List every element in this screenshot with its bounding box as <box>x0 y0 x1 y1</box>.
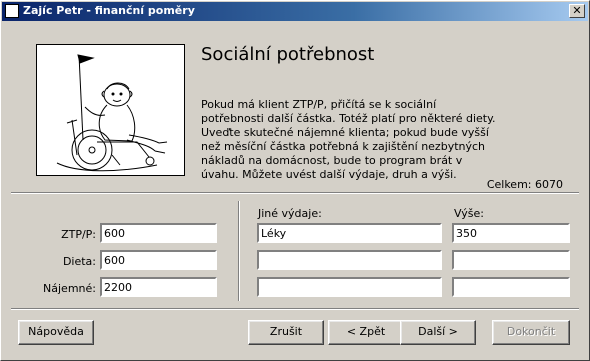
expense-amount-field-2[interactable] <box>452 250 570 270</box>
next-button[interactable]: Další > <box>400 320 476 345</box>
expense-type-field-3[interactable] <box>257 277 442 297</box>
total-label: Celkem: <box>486 178 532 191</box>
other-expenses-header: Jiné výdaje: <box>258 207 322 220</box>
description-text: Pokud má klient ZTP/P, přičítá se k soci… <box>201 98 496 181</box>
cancel-button[interactable]: Zrušit <box>248 320 324 345</box>
najemne-label: Nájemné: <box>43 282 96 295</box>
close-icon: ✕ <box>572 4 582 17</box>
window-title: Zajíc Petr - finanční poměry <box>23 4 195 17</box>
finish-button[interactable]: Dokončit <box>492 320 570 345</box>
page-title: Sociální potřebnost <box>201 44 375 65</box>
expense-type-field-1[interactable] <box>257 223 442 243</box>
close-button[interactable]: ✕ <box>569 4 585 18</box>
amount-header: Výše: <box>454 207 484 220</box>
wheelchair-illustration <box>36 44 185 176</box>
separator-bottom <box>11 308 579 310</box>
expense-amount-field-3[interactable] <box>452 277 570 297</box>
help-button[interactable]: Nápověda <box>18 320 94 345</box>
title-bar[interactable]: Zajíc Petr - finanční poměry ✕ <box>2 2 588 21</box>
ztpp-label: ZTP/P: <box>61 228 96 241</box>
total-readout: Celkem: 6070 <box>487 178 563 191</box>
separator-top <box>11 192 579 194</box>
expense-type-field-2[interactable] <box>257 250 442 270</box>
wheelchair-person-icon <box>56 54 168 172</box>
najemne-field[interactable] <box>100 277 217 297</box>
dialog-window: Zajíc Petr - finanční poměry ✕ Sociální … <box>0 0 590 361</box>
app-icon <box>5 4 19 18</box>
separator-vertical <box>238 201 240 301</box>
expense-amount-field-1[interactable] <box>452 223 570 243</box>
dieta-label: Dieta: <box>62 255 96 268</box>
total-value: 6070 <box>535 178 563 191</box>
ztpp-field[interactable] <box>100 223 217 243</box>
dieta-field[interactable] <box>100 250 217 270</box>
back-button[interactable]: < Zpět <box>328 320 404 345</box>
